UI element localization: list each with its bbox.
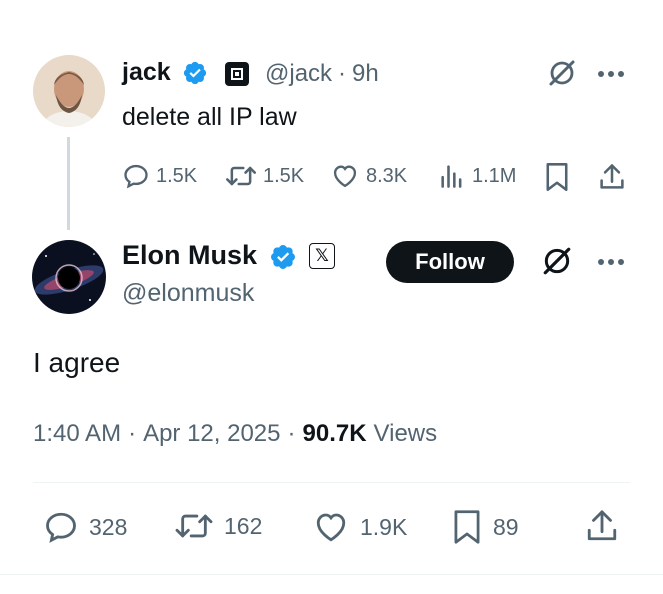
repost-icon [175, 514, 213, 538]
reply-button[interactable]: 328 [43, 509, 127, 545]
tweet-meta: 1:40 AM · Apr 12, 2025 · 90.7K Views [33, 420, 438, 448]
share-icon[interactable] [585, 507, 619, 545]
heart-icon [316, 513, 346, 542]
like-button[interactable]: 1.9K [312, 509, 407, 545]
views-label: Views [373, 420, 438, 447]
grok-icon[interactable] [547, 58, 577, 88]
square-badge-icon [225, 62, 249, 86]
grok-icon[interactable] [541, 245, 573, 277]
verified-badge-icon [182, 60, 208, 86]
jack-bookmark-icon[interactable] [544, 162, 570, 192]
bookmark-button[interactable]: 89 [451, 509, 519, 545]
elon-avatar[interactable] [32, 240, 106, 314]
tweet-date[interactable]: Apr 12, 2025 [143, 420, 280, 448]
divider [33, 482, 630, 483]
views-icon [441, 165, 462, 188]
elon-name[interactable]: Elon Musk [122, 240, 257, 271]
more-options-icon[interactable] [597, 258, 625, 266]
follow-button[interactable]: Follow [386, 241, 514, 283]
bookmark-icon [454, 510, 480, 544]
bottom-divider [0, 574, 663, 575]
elon-handle[interactable]: @elonmusk [122, 279, 254, 308]
thread-line [67, 137, 70, 230]
jack-reply-button[interactable]: 1.5K [122, 162, 197, 190]
jack-handle[interactable]: @jack [265, 60, 332, 88]
jack-name[interactable]: jack [122, 58, 171, 87]
x-logo-icon: 𝕏 [309, 243, 335, 269]
tweet-time[interactable]: 1:40 AM [33, 420, 121, 448]
repost-icon [226, 166, 256, 186]
reply-icon [124, 164, 148, 189]
more-options-icon[interactable] [597, 70, 625, 78]
reply-icon [46, 512, 76, 543]
jack-tweet-text: delete all IP law [122, 103, 297, 131]
verified-badge-icon [269, 243, 297, 271]
jack-repost-button[interactable]: 1.5K [225, 162, 304, 190]
jack-share-icon[interactable] [598, 162, 626, 192]
separator-dot: · [338, 60, 347, 87]
views-count: 90.7K [302, 420, 367, 447]
jack-time[interactable]: 9h [352, 60, 379, 88]
elon-tweet-text: I agree [33, 347, 121, 378]
heart-icon [333, 165, 357, 188]
jack-views-button[interactable]: 1.1M [438, 162, 516, 190]
repost-button[interactable]: 162 [174, 509, 262, 543]
jack-like-button[interactable]: 8.3K [330, 162, 407, 190]
jack-avatar[interactable] [33, 55, 105, 127]
